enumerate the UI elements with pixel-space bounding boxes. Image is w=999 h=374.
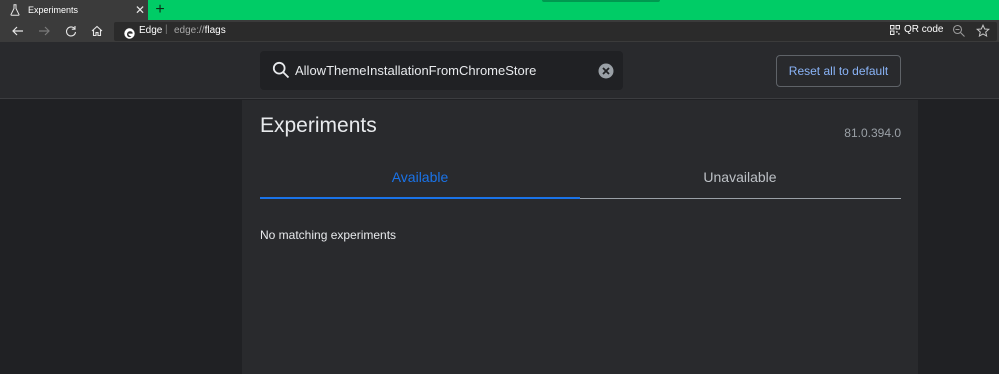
- tab-bar: Available Unavailable: [260, 158, 901, 200]
- qr-code-button[interactable]: QR code: [890, 24, 943, 35]
- empty-state-message: No matching experiments: [260, 228, 397, 242]
- close-icon[interactable]: ✕: [134, 3, 146, 17]
- omnibox-brand: Edge: [139, 25, 163, 36]
- reset-all-button[interactable]: Reset all to default: [776, 55, 901, 87]
- home-icon[interactable]: [88, 22, 106, 40]
- search-icon: [272, 61, 290, 79]
- refresh-icon[interactable]: [62, 22, 80, 40]
- flask-icon: [9, 3, 21, 17]
- qr-code-label: QR code: [904, 24, 944, 35]
- clear-icon[interactable]: [598, 63, 614, 79]
- star-icon[interactable]: [975, 23, 991, 38]
- browser-tab-experiments[interactable]: Experiments ✕: [0, 0, 148, 20]
- omnibox-separator: |: [165, 24, 168, 35]
- address-bar[interactable]: Edge | edge://flags QR code: [114, 22, 997, 41]
- right-gutter: [918, 100, 999, 374]
- tab-strip: Experiments ✕ +: [0, 0, 999, 20]
- window-drag-notch: [542, 0, 660, 2]
- zoom-icon[interactable]: [952, 24, 966, 38]
- browser-toolbar: Edge | edge://flags QR code: [0, 20, 999, 42]
- active-tab-indicator: [260, 197, 580, 199]
- version-label: 81.0.394.0: [844, 126, 901, 140]
- flags-header: Reset all to default: [0, 42, 999, 99]
- forward-icon[interactable]: [35, 22, 53, 40]
- qr-code-icon: [890, 24, 900, 35]
- tab-available[interactable]: Available: [260, 158, 580, 200]
- url-text[interactable]: edge://flags: [174, 25, 226, 36]
- back-icon[interactable]: [9, 22, 27, 40]
- tab-title: Experiments: [28, 5, 79, 15]
- left-gutter: [0, 100, 242, 374]
- search-box: [260, 51, 623, 90]
- edge-logo-icon: [124, 26, 135, 39]
- search-input[interactable]: [295, 59, 585, 81]
- page-title: Experiments: [260, 114, 377, 137]
- experiments-panel: Experiments 81.0.394.0 Available Unavail…: [242, 100, 918, 374]
- url-path: flags: [204, 25, 226, 36]
- tab-unavailable[interactable]: Unavailable: [580, 158, 900, 200]
- url-scheme: edge://: [174, 25, 205, 36]
- new-tab-icon[interactable]: +: [152, 0, 168, 20]
